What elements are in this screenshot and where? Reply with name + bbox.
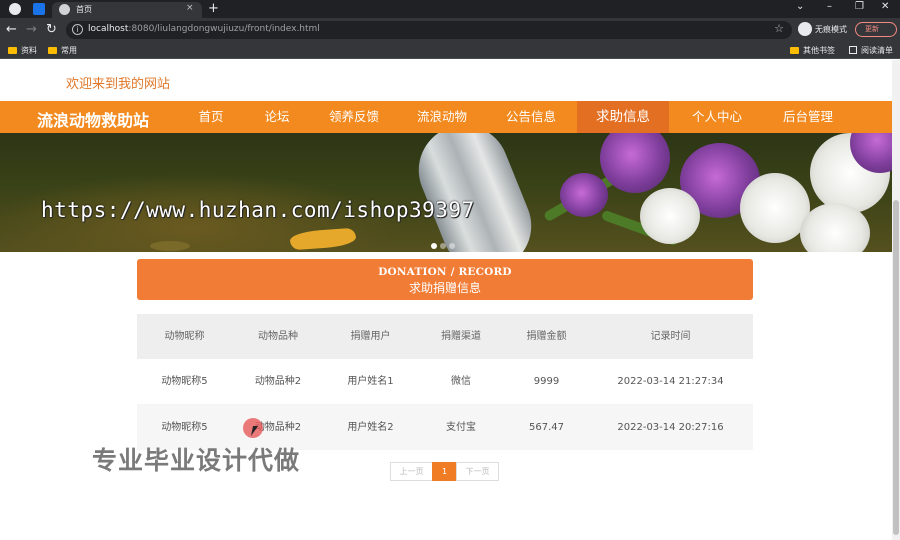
scrollbar-thumb[interactable] [893, 200, 899, 535]
table-cell: 2022-03-14 20:27:16 [617, 422, 724, 433]
table-cell: 用户姓名1 [347, 376, 394, 387]
column-header: 捐赠金额 [526, 331, 567, 342]
close-window-icon[interactable]: ✕ [881, 1, 889, 12]
reading-list-icon [849, 46, 857, 54]
prev-page-button[interactable]: 上一页 [390, 462, 433, 481]
forward-arrow-icon[interactable]: → [26, 22, 37, 37]
tab-list-chevron-icon[interactable]: ⌄ [796, 1, 804, 12]
nav-home[interactable]: 首页 [186, 101, 236, 133]
url-path: :8080/liulangdongwujiuzu/front/index.htm… [128, 24, 320, 34]
banner-flower-white [640, 188, 700, 244]
nav-help-info[interactable]: 求助信息 [577, 101, 669, 133]
browser-tab-bar: 首页 × + ⌄ – ❐ ✕ [0, 0, 900, 18]
nav-user-center[interactable]: 个人中心 [680, 101, 754, 133]
table-row[interactable]: 动物昵称5 动物品种2 用户姓名1 微信 9999 2022-03-14 21:… [137, 359, 753, 404]
nav-stray-animals[interactable]: 流浪动物 [406, 101, 478, 133]
table-cell: 567.47 [529, 422, 564, 433]
table-cell: 微信 [451, 376, 471, 387]
folder-icon [790, 47, 799, 54]
carousel-dot[interactable] [449, 243, 455, 249]
site-info-icon[interactable]: i [72, 24, 83, 35]
carousel-dot[interactable] [440, 243, 446, 249]
incognito-avatar-icon[interactable] [798, 22, 812, 36]
table-cell: 9999 [533, 376, 560, 387]
overlay-watermark: 专业毕业设计代做 [92, 446, 301, 475]
welcome-text: 欢迎来到我的网站 [66, 77, 171, 92]
section-title-en: DONATION / RECORD [378, 266, 512, 278]
tab-close-icon[interactable]: × [186, 3, 194, 13]
donation-table: 动物昵称 动物品种 捐赠用户 捐赠渠道 捐赠金额 记录时间 动物昵称5 动物品种… [137, 314, 753, 450]
column-header: 记录时间 [650, 331, 691, 342]
reload-icon[interactable]: ↻ [46, 22, 57, 37]
browser-tab-active[interactable]: 首页 × [52, 2, 202, 18]
pinned-tab-icon[interactable] [33, 3, 45, 15]
folder-icon [48, 47, 57, 54]
nav-admin[interactable]: 后台管理 [770, 101, 846, 133]
banner-watermark-url: https://www.huzhan.com/ishop39397 [41, 198, 475, 222]
bookmarks-bar: 资料 常用 其他书签 阅读清单 [0, 42, 900, 59]
main-nav: 流浪动物救助站 首页 论坛 领养反馈 流浪动物 公告信息 求助信息 个人中心 后… [0, 101, 892, 133]
banner-bottle-decoration [405, 133, 545, 252]
bookmark-star-icon[interactable]: ☆ [774, 22, 784, 35]
globe-icon [59, 4, 70, 15]
section-header: DONATION / RECORD 求助捐赠信息 [137, 259, 753, 300]
bookmark-folder-1[interactable]: 常用 [48, 45, 77, 56]
nav-forum[interactable]: 论坛 [252, 101, 302, 133]
bookmark-folder-0[interactable]: 资料 [8, 45, 37, 56]
table-cell: 动物昵称5 [161, 376, 208, 387]
table-cell: 用户姓名2 [347, 422, 394, 433]
carousel-dot[interactable] [431, 243, 437, 249]
page-scrollbar[interactable] [892, 60, 900, 540]
carousel-indicators[interactable] [431, 234, 458, 253]
url-host: localhost [88, 24, 129, 34]
folder-icon [8, 47, 17, 54]
site-brand[interactable]: 流浪动物救助站 [37, 107, 149, 131]
reading-list[interactable]: 阅读清单 [849, 45, 893, 56]
other-bookmarks[interactable]: 其他书签 [790, 45, 835, 56]
column-header: 捐赠用户 [350, 331, 391, 342]
page-viewport: 欢迎来到我的网站 流浪动物救助站 首页 论坛 领养反馈 流浪动物 公告信息 求助… [0, 60, 892, 540]
new-tab-button[interactable]: + [208, 1, 219, 16]
restore-icon[interactable]: ❐ [855, 1, 864, 12]
browser-toolbar: ← → ↻ i localhost:8080/liulangdongwujiuz… [0, 18, 900, 42]
back-arrow-icon[interactable]: ← [6, 22, 17, 37]
page-1-button[interactable]: 1 [432, 462, 457, 481]
next-page-button[interactable]: 下一页 [456, 462, 499, 481]
tab-title: 首页 [76, 5, 92, 14]
column-header: 动物品种 [258, 331, 298, 342]
table-cell: 支付宝 [446, 422, 476, 433]
url-field[interactable]: i localhost:8080/liulangdongwujiuzu/fron… [66, 21, 792, 39]
tab-search-icon[interactable] [9, 3, 21, 15]
nav-adoption-feedback[interactable]: 领养反馈 [318, 101, 390, 133]
table-header-row: 动物昵称 动物品种 捐赠用户 捐赠渠道 捐赠金额 记录时间 [137, 314, 753, 359]
update-button[interactable]: 更新 [855, 22, 897, 37]
incognito-label: 无痕模式 [815, 25, 847, 34]
table-cell: 2022-03-14 21:27:34 [617, 376, 724, 387]
nav-announcements[interactable]: 公告信息 [495, 101, 567, 133]
column-header: 捐赠渠道 [441, 331, 481, 342]
table-cell: 动物品种2 [254, 376, 302, 387]
column-header: 动物昵称 [164, 331, 205, 342]
section-title-cn: 求助捐赠信息 [408, 281, 481, 295]
minimize-icon[interactable]: – [827, 1, 832, 12]
